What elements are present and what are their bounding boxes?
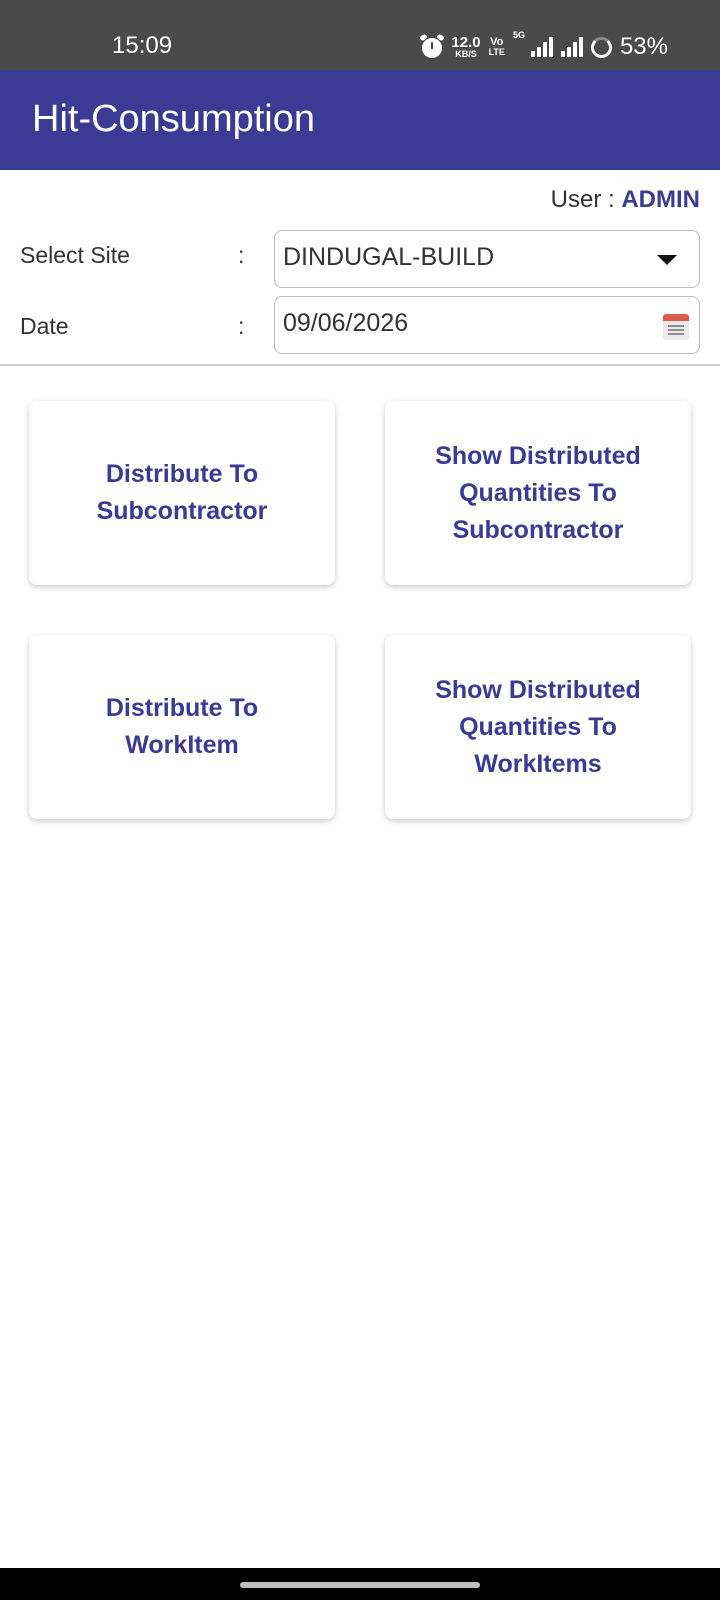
date-field[interactable]: 09/06/2026 [274,296,700,354]
show-distributed-quantities-subcontractor-button[interactable]: Show Distributed Quantities To Subcontra… [385,401,691,585]
user-name: ADMIN [621,186,700,213]
volte-indicator: Vo LTE [489,37,505,57]
network-speed-unit: KB/S [455,49,477,59]
user-info: User : ADMIN [551,186,700,214]
distribute-to-subcontractor-button[interactable]: Distribute To Subcontractor [29,401,335,585]
date-separator: : [238,313,245,339]
date-field-value: 09/06/2026 [283,309,409,337]
home-gesture-handle[interactable] [240,1582,480,1588]
signal-sim2-icon [560,37,583,57]
alarm-icon [419,33,446,58]
user-label: User : [550,186,622,213]
site-separator: : [238,242,245,268]
card-label: Show Distributed Quantities To Subcontra… [435,441,641,544]
navigation-bar [0,1568,720,1600]
distribute-to-workitem-button[interactable]: Distribute To WorkItem [29,635,335,819]
status-time: 15:09 [112,32,173,59]
card-label: Distribute To Subcontractor [96,460,268,525]
network-speed-value: 12.0 [451,34,481,51]
app-bar: Hit-Consumption [0,70,720,170]
app-title: Hit-Consumption [32,98,315,140]
status-bar: 15:09 12.0 KB/S Vo LTE 5G 53% [0,0,720,70]
battery-icon [590,36,612,58]
signal-sim1-icon [530,37,553,57]
site-label: Select Site [20,242,130,268]
card-label: Distribute To WorkItem [105,694,259,759]
status-icons: 12.0 KB/S Vo LTE 5G 53% [419,30,668,62]
date-label: Date [20,313,69,339]
battery-level: 53% [619,33,668,60]
calendar-icon[interactable] [663,314,689,340]
network-speed: 12.0 KB/S [451,35,480,59]
card-label: Show Distributed Quantities To WorkItems [435,675,641,778]
divider [0,364,720,366]
site-dropdown-value: DINDUGAL-BUILD [283,243,495,271]
site-dropdown[interactable]: DINDUGAL-BUILD [274,230,700,288]
network-type: 5G [512,30,525,40]
show-distributed-quantities-workitems-button[interactable]: Show Distributed Quantities To WorkItems [385,635,691,819]
caret-down-icon [657,255,677,265]
volte-bottom: LTE [488,47,505,57]
